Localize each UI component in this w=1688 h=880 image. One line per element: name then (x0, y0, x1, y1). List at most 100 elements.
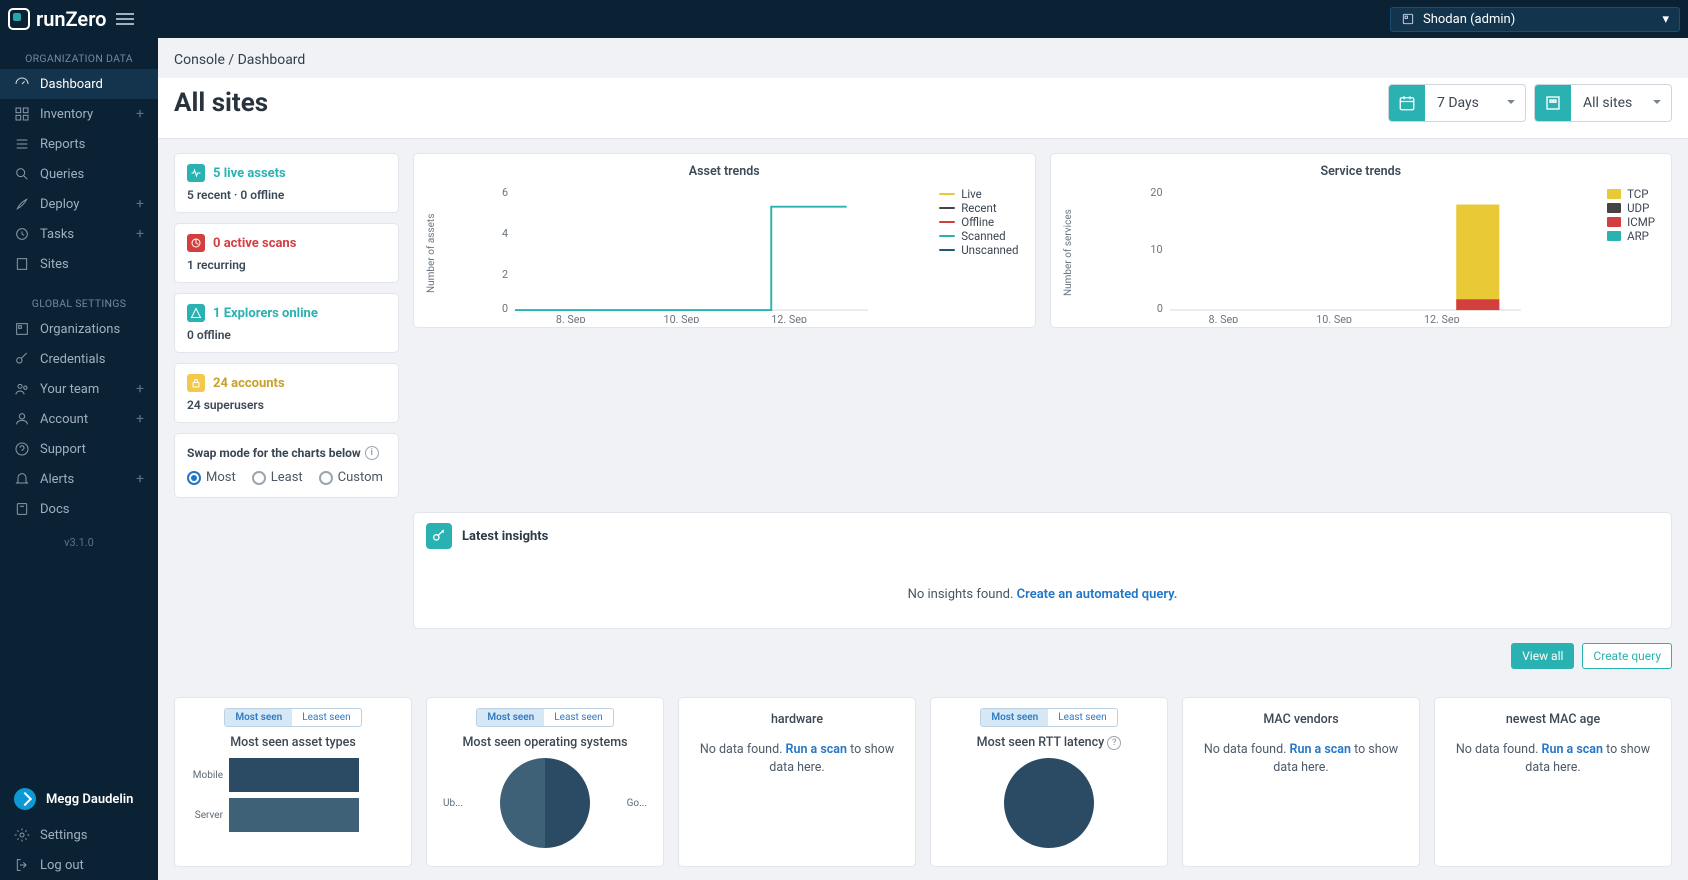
panel-mac-vendors: MAC vendors No data found. Run a scan to… (1182, 697, 1420, 867)
sidebar-item-settings[interactable]: Settings (0, 820, 158, 850)
seg-toggle[interactable]: Most seenLeast seen (224, 708, 361, 727)
sidebar-item-tasks[interactable]: Tasks + (0, 219, 158, 249)
sidebar-label: Your team (40, 382, 99, 397)
sidebar-item-team[interactable]: Your team + (0, 374, 158, 404)
stat-title: 1 Explorers online (213, 306, 318, 321)
insights-title: Latest insights (462, 529, 548, 544)
sidebar-label: Credentials (40, 352, 105, 367)
site-icon (1535, 85, 1571, 121)
sidebar-item-reports[interactable]: Reports (0, 129, 158, 159)
sidebar-item-support[interactable]: Support (0, 434, 158, 464)
y-axis-label: Number of assets (426, 183, 437, 323)
sidebar-item-credentials[interactable]: Credentials (0, 344, 158, 374)
plus-icon[interactable]: + (136, 381, 144, 397)
chevron-down-icon: ▾ (1662, 12, 1669, 27)
breadcrumb-root[interactable]: Console (174, 52, 225, 68)
sidebar-label: Queries (40, 167, 84, 182)
radio-custom[interactable]: Custom (319, 470, 383, 485)
org-name: Shodan (admin) (1423, 12, 1515, 27)
sidebar-label: Deploy (40, 197, 79, 212)
sidebar-user[interactable]: Megg Daudelin (0, 778, 158, 820)
panel-asset-types: Most seenLeast seen Most seen asset type… (174, 697, 412, 867)
stat-explorers[interactable]: 1 Explorers online 0 offline (174, 293, 399, 353)
range-value[interactable]: 7 Days (1425, 85, 1525, 121)
help-icon (14, 441, 30, 457)
sidebar-item-sites[interactable]: Sites (0, 249, 158, 279)
stat-active-scans[interactable]: 0 active scans 1 recurring (174, 223, 399, 283)
lock-icon (187, 374, 205, 392)
y-axis-label: Number of services (1063, 183, 1074, 323)
org-selector[interactable]: Shodan (admin) ▾ (1390, 7, 1680, 32)
sidebar-label: Support (40, 442, 86, 457)
stat-sub: 5 recent · 0 offline (187, 188, 386, 202)
seg-toggle[interactable]: Most seenLeast seen (980, 708, 1117, 727)
sidebar-item-deploy[interactable]: Deploy + (0, 189, 158, 219)
sidebar-heading-org: ORGANIZATION DATA (0, 48, 158, 69)
users-icon (14, 381, 30, 397)
legend: Live Recent Offline Scanned Unscanned (933, 183, 1022, 323)
gear-icon (14, 827, 30, 843)
sidebar-item-dashboard[interactable]: Dashboard (0, 69, 158, 99)
radio-least[interactable]: Least (252, 470, 303, 485)
svg-text:0: 0 (1156, 302, 1162, 315)
panel-title: Most seen asset types (185, 735, 401, 750)
sidebar-item-queries[interactable]: Queries (0, 159, 158, 189)
view-all-button[interactable]: View all (1511, 643, 1574, 669)
site-control[interactable]: All sites (1534, 84, 1672, 122)
list-icon (14, 136, 30, 152)
panel-title: newest MAC age (1445, 712, 1661, 727)
site-value[interactable]: All sites (1571, 85, 1671, 121)
logo[interactable]: runZero (8, 7, 106, 31)
insights-none: No insights found. (908, 587, 1017, 602)
logout-icon (14, 857, 30, 873)
plus-icon[interactable]: + (136, 196, 144, 212)
book-icon (14, 501, 30, 517)
stat-live-assets[interactable]: 5 live assets 5 recent · 0 offline (174, 153, 399, 213)
sidebar-label: Alerts (40, 472, 74, 487)
page-title: All sites (174, 88, 268, 118)
stat-title: 24 accounts (213, 376, 285, 391)
sidebar-item-logout[interactable]: Log out (0, 850, 158, 880)
info-icon[interactable]: ? (1107, 736, 1121, 750)
run-scan-link[interactable]: Run a scan (1542, 742, 1603, 757)
info-icon[interactable]: i (365, 446, 379, 460)
radio-most[interactable]: Most (187, 470, 236, 485)
building-icon (14, 256, 30, 272)
stat-accounts[interactable]: 24 accounts 24 superusers (174, 363, 399, 423)
run-scan-link[interactable]: Run a scan (1290, 742, 1351, 757)
menu-toggle-icon[interactable] (116, 13, 134, 25)
brand-name: runZero (36, 7, 106, 31)
sidebar-item-account[interactable]: Account + (0, 404, 158, 434)
chart-title: Asset trends (426, 164, 1023, 179)
panel-rtt: Most seenLeast seen Most seen RTT latenc… (930, 697, 1168, 867)
svg-text:20: 20 (1150, 186, 1162, 199)
plus-icon[interactable]: + (136, 411, 144, 427)
sidebar-item-docs[interactable]: Docs (0, 494, 158, 524)
sidebar-label: Organizations (40, 322, 120, 337)
sidebar-item-inventory[interactable]: Inventory + (0, 99, 158, 129)
plus-icon[interactable]: + (136, 226, 144, 242)
insights-icon (426, 523, 452, 549)
legend: TCP UDP ICMP ARP (1601, 183, 1659, 323)
insights-link[interactable]: Create an automated query. (1017, 587, 1178, 602)
user-icon (14, 411, 30, 427)
create-query-button[interactable]: Create query (1582, 643, 1672, 669)
calendar-icon (1389, 85, 1425, 121)
panel-title: Most seen RTT latency (977, 735, 1105, 750)
sidebar-heading-global: GLOBAL SETTINGS (0, 293, 158, 314)
seg-toggle[interactable]: Most seenLeast seen (476, 708, 613, 727)
sidebar-label: Tasks (40, 227, 74, 242)
plus-icon[interactable]: + (136, 106, 144, 122)
plus-icon[interactable]: + (136, 471, 144, 487)
logo-mark-icon (8, 8, 30, 30)
insights-panel: Latest insights No insights found. Creat… (413, 512, 1672, 629)
svg-text:10: 10 (1150, 243, 1162, 256)
range-control[interactable]: 7 Days (1388, 84, 1526, 122)
stat-sub: 1 recurring (187, 258, 386, 272)
sidebar-item-alerts[interactable]: Alerts + (0, 464, 158, 494)
explorer-icon (187, 304, 205, 322)
sidebar-item-organizations[interactable]: Organizations (0, 314, 158, 344)
sidebar-label: Log out (40, 858, 84, 873)
run-scan-link[interactable]: Run a scan (786, 742, 847, 757)
svg-text:2: 2 (502, 268, 508, 281)
